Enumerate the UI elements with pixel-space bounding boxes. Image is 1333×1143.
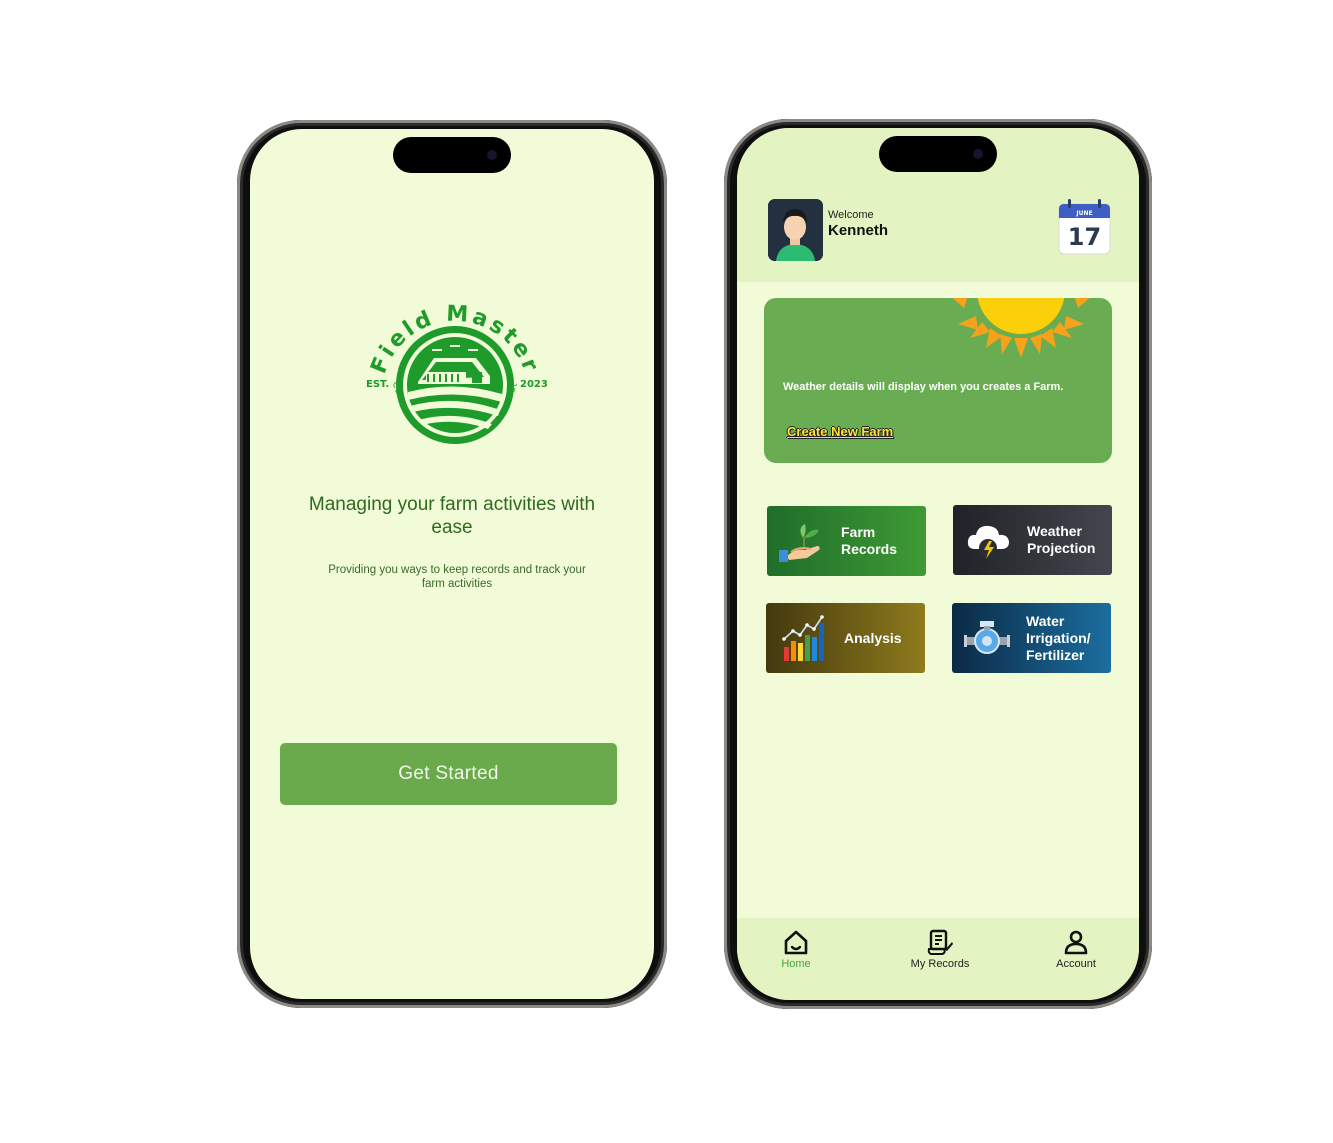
weather-card: Weather details will display when you cr… (764, 298, 1112, 463)
calendar-day: 17 (1068, 223, 1101, 251)
logo-est-text: EST. (366, 379, 389, 390)
create-new-farm-link[interactable]: Create New Farm (787, 424, 893, 439)
weather-message: Weather details will display when you cr… (783, 381, 1064, 393)
home-phone-frame: Welcome Kenneth JUNE 17 Weather details … (724, 119, 1152, 1009)
records-icon (927, 929, 953, 955)
nav-account[interactable]: Account (1031, 928, 1121, 970)
water-irrigation-label: Water Irrigation/ Fertilizer (1026, 612, 1091, 663)
splash-phone-frame: Field Master Cultivating Tomorrow's Harv… (237, 120, 667, 1008)
splash-screen: Field Master Cultivating Tomorrow's Harv… (250, 129, 654, 999)
splash-tagline: Managing your farm activities with ease (308, 494, 596, 538)
nav-home[interactable]: Home (751, 928, 841, 970)
welcome-label: Welcome (828, 209, 874, 221)
home-icon (784, 930, 808, 955)
logo-year-text: 2023 (520, 379, 548, 390)
water-pump-icon (964, 621, 1010, 654)
analysis-tile[interactable]: Analysis (766, 603, 925, 673)
dynamic-island (879, 136, 997, 172)
user-name: Kenneth (828, 222, 888, 239)
get-started-button[interactable]: Get Started (280, 743, 617, 805)
user-avatar-icon (768, 199, 823, 261)
user-icon (1064, 930, 1088, 955)
camera-dot (487, 150, 497, 160)
avatar[interactable] (768, 199, 823, 261)
camera-dot (973, 149, 983, 159)
calendar-icon[interactable]: JUNE 17 (1058, 198, 1111, 255)
nav-home-label: Home (781, 958, 811, 970)
calendar-month: JUNE (1075, 210, 1092, 217)
farm-records-tile[interactable]: Farm Records (767, 506, 926, 576)
sun-icon (952, 298, 1090, 358)
home-screen: Welcome Kenneth JUNE 17 Weather details … (737, 128, 1139, 1000)
bottom-nav: Home My Records Account (737, 918, 1139, 1000)
field-master-logo: Field Master Cultivating Tomorrow's Harv… (366, 302, 548, 444)
weather-projection-label: Weather Projection (1027, 523, 1096, 556)
cloud-lightning-icon (967, 525, 1009, 559)
nav-my-records-label: My Records (910, 958, 970, 970)
nav-account-label: Account (1056, 958, 1096, 970)
water-irrigation-tile[interactable]: Water Irrigation/ Fertilizer (952, 603, 1111, 673)
farm-records-label: Farm Records (841, 524, 898, 557)
nav-my-records[interactable]: My Records (895, 928, 985, 970)
weather-projection-tile[interactable]: Weather Projection (953, 505, 1112, 575)
hand-sprout-icon (779, 524, 820, 562)
splash-subtitle: Providing you ways to keep records and t… (328, 564, 586, 590)
analysis-label: Analysis (844, 629, 902, 646)
dynamic-island (393, 137, 511, 173)
bar-chart-icon (782, 615, 824, 661)
